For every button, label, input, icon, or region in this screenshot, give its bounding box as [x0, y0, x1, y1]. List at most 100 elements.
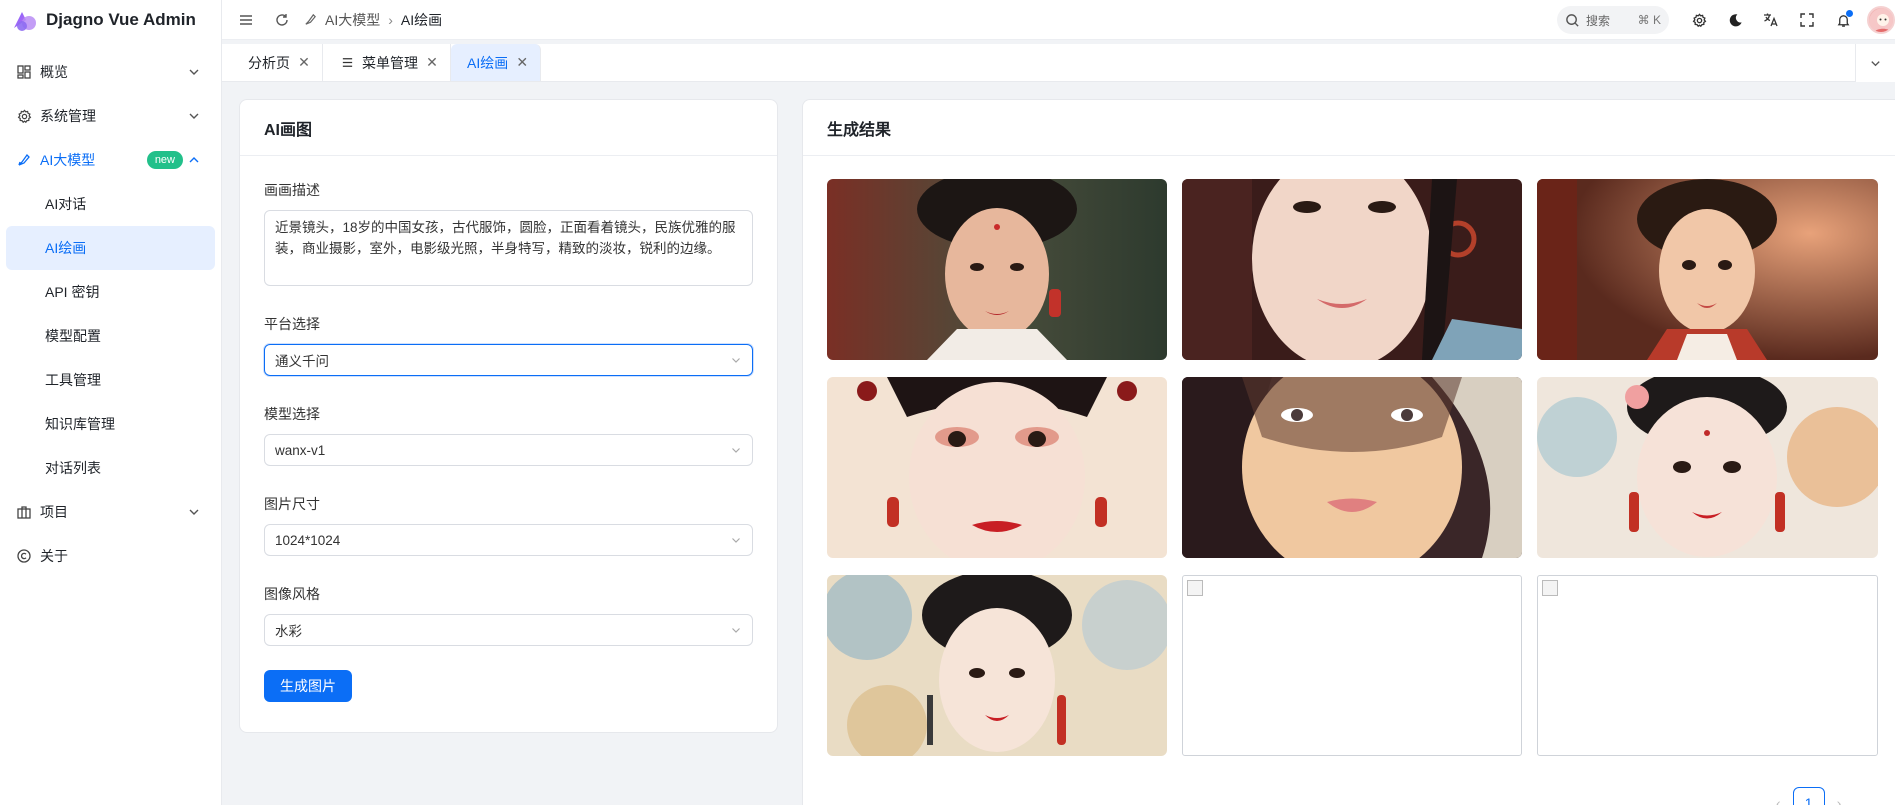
sidebar-item-model-config[interactable]: 模型配置: [6, 314, 215, 358]
sidebar-item-label: 关于: [40, 548, 68, 564]
model-value: wanx-v1: [275, 442, 326, 458]
result-image-3[interactable]: [1537, 179, 1878, 360]
search-icon: [1566, 13, 1579, 27]
model-label: 模型选择: [264, 406, 320, 422]
sidebar-item-tools[interactable]: 工具管理: [6, 358, 215, 402]
close-icon[interactable]: ✕: [426, 54, 438, 71]
results-grid: [827, 179, 1878, 756]
moon-icon: [1729, 13, 1742, 26]
sidebar-item-overview[interactable]: 概览: [0, 50, 221, 94]
result-image-6[interactable]: [1537, 377, 1878, 558]
fullscreen-button[interactable]: [1789, 2, 1825, 38]
sidebar-item-chat-list[interactable]: 对话列表: [6, 446, 215, 490]
sidebar-item-system[interactable]: 系统管理: [0, 94, 221, 138]
card-title: 生成结果: [803, 100, 1895, 156]
chevron-down-icon: [732, 448, 740, 453]
avatar[interactable]: [1867, 6, 1895, 34]
sidebar-item-api-keys[interactable]: API 密钥: [6, 270, 215, 314]
sidebar-item-projects[interactable]: 项目: [0, 490, 221, 534]
prev-page-button[interactable]: ‹: [1776, 795, 1781, 805]
chevron-down-icon: [732, 538, 740, 543]
result-image-4[interactable]: [827, 377, 1167, 558]
search-input[interactable]: 搜索 ⌘ K: [1557, 6, 1669, 34]
header-actions: 搜索 ⌘ K: [1557, 0, 1895, 40]
sidebar-item-label: 系统管理: [40, 108, 96, 124]
list-icon: [342, 58, 353, 67]
result-image-1[interactable]: [827, 179, 1167, 360]
chevron-down-icon: [732, 628, 740, 633]
sidebar-item-about[interactable]: 关于: [0, 534, 221, 578]
brand[interactable]: Djagno Vue Admin: [0, 0, 221, 40]
result-image-7[interactable]: [827, 575, 1167, 756]
search-shortcut: ⌘ K: [1637, 13, 1661, 27]
result-image-9[interactable]: [1537, 575, 1878, 756]
sidebar-menu: 概览 系统管理 AI大模型 new AI对话 AI绘画 API 密钥 模型配置 …: [0, 50, 221, 578]
style-label: 图像风格: [264, 586, 320, 602]
model-select[interactable]: wanx-v1: [264, 434, 753, 466]
refresh-button[interactable]: [264, 2, 300, 38]
hamburger-icon: [240, 14, 252, 25]
page-number-button[interactable]: 1: [1792, 787, 1825, 805]
result-image-5[interactable]: [1182, 377, 1522, 558]
app-title: Djagno Vue Admin: [46, 10, 196, 29]
tab-label: 分析页: [248, 54, 290, 71]
sidebar-item-ai-chat[interactable]: AI对话: [6, 182, 215, 226]
ai-drawing-form-card: AI画图 画画描述 近景镜头，18岁的中国女孩，古代服饰，圆脸，正面看着镜头，民…: [239, 99, 778, 733]
sidebar-item-ai-drawing[interactable]: AI绘画: [6, 226, 215, 270]
gear-icon: [16, 108, 32, 124]
card-title: AI画图: [240, 100, 777, 156]
menu-toggle-button[interactable]: [228, 2, 264, 38]
size-value: 1024*1024: [275, 532, 341, 548]
size-select[interactable]: 1024*1024: [264, 524, 753, 556]
ai-brush-icon: [305, 13, 316, 25]
chevron-down-icon: [189, 509, 199, 515]
logo-icon: [14, 12, 36, 31]
tab-ai-drawing[interactable]: AI绘画 ✕: [451, 44, 542, 81]
gear-icon: [1692, 12, 1706, 27]
sidebar-item-label: 概览: [40, 64, 68, 80]
refresh-icon: [276, 13, 288, 26]
sidebar-item-ai-models[interactable]: AI大模型 new: [0, 138, 221, 182]
new-badge: new: [146, 151, 183, 169]
breadcrumb-parent[interactable]: AI大模型: [325, 10, 380, 30]
tab-analytics[interactable]: 分析页 ✕: [222, 44, 323, 81]
style-select[interactable]: 水彩: [264, 614, 753, 646]
search-placeholder: 搜索: [1586, 13, 1611, 28]
platform-value: 通义千问: [275, 354, 329, 369]
breadcrumb-current: AI绘画: [400, 11, 443, 28]
sidebar: Djagno Vue Admin 概览 系统管理 AI大模型 new AI对话: [0, 0, 222, 805]
project-icon: [16, 504, 32, 520]
theme-toggle-button[interactable]: [1717, 2, 1753, 38]
result-image-2[interactable]: [1182, 179, 1522, 360]
result-image-8[interactable]: [1182, 575, 1522, 756]
prompt-textarea[interactable]: 近景镜头，18岁的中国女孩，古代服饰，圆脸，正面看着镜头，民族优雅的服装，商业摄…: [264, 210, 753, 286]
broken-image-icon: [1542, 580, 1558, 596]
notification-dot: [1846, 10, 1853, 17]
settings-button[interactable]: [1681, 2, 1717, 38]
chevron-down-icon: [189, 69, 199, 75]
generate-image-button[interactable]: 生成图片: [264, 670, 352, 702]
chevron-down-icon: [189, 113, 199, 119]
platform-select[interactable]: 通义千问: [264, 344, 753, 376]
breadcrumb-separator: ›: [388, 11, 393, 28]
chevron-down-icon: [1871, 60, 1880, 66]
sidebar-item-knowledge-base[interactable]: 知识库管理: [6, 402, 215, 446]
chevron-down-icon: [732, 358, 740, 363]
next-page-button[interactable]: ›: [1837, 795, 1842, 805]
close-icon[interactable]: ✕: [298, 54, 310, 71]
broken-image-icon: [1187, 580, 1203, 596]
chevron-up-icon: [189, 157, 199, 163]
size-label: 图片尺寸: [264, 496, 320, 512]
tab-menu-management[interactable]: 菜单管理 ✕: [323, 44, 451, 81]
fullscreen-icon: [1800, 13, 1814, 27]
breadcrumb: AI大模型 › AI绘画: [304, 10, 442, 30]
notifications-button[interactable]: [1825, 2, 1861, 38]
tab-label: 菜单管理: [362, 54, 418, 71]
translate-icon: [1764, 13, 1778, 27]
tabs-more-button[interactable]: [1855, 44, 1895, 82]
tab-bar: 分析页 ✕ 菜单管理 ✕ AI绘画 ✕: [222, 44, 1895, 82]
prompt-label: 画画描述: [264, 182, 320, 198]
language-button[interactable]: [1753, 2, 1789, 38]
close-icon[interactable]: ✕: [516, 54, 528, 71]
ai-brush-icon: [16, 152, 32, 168]
